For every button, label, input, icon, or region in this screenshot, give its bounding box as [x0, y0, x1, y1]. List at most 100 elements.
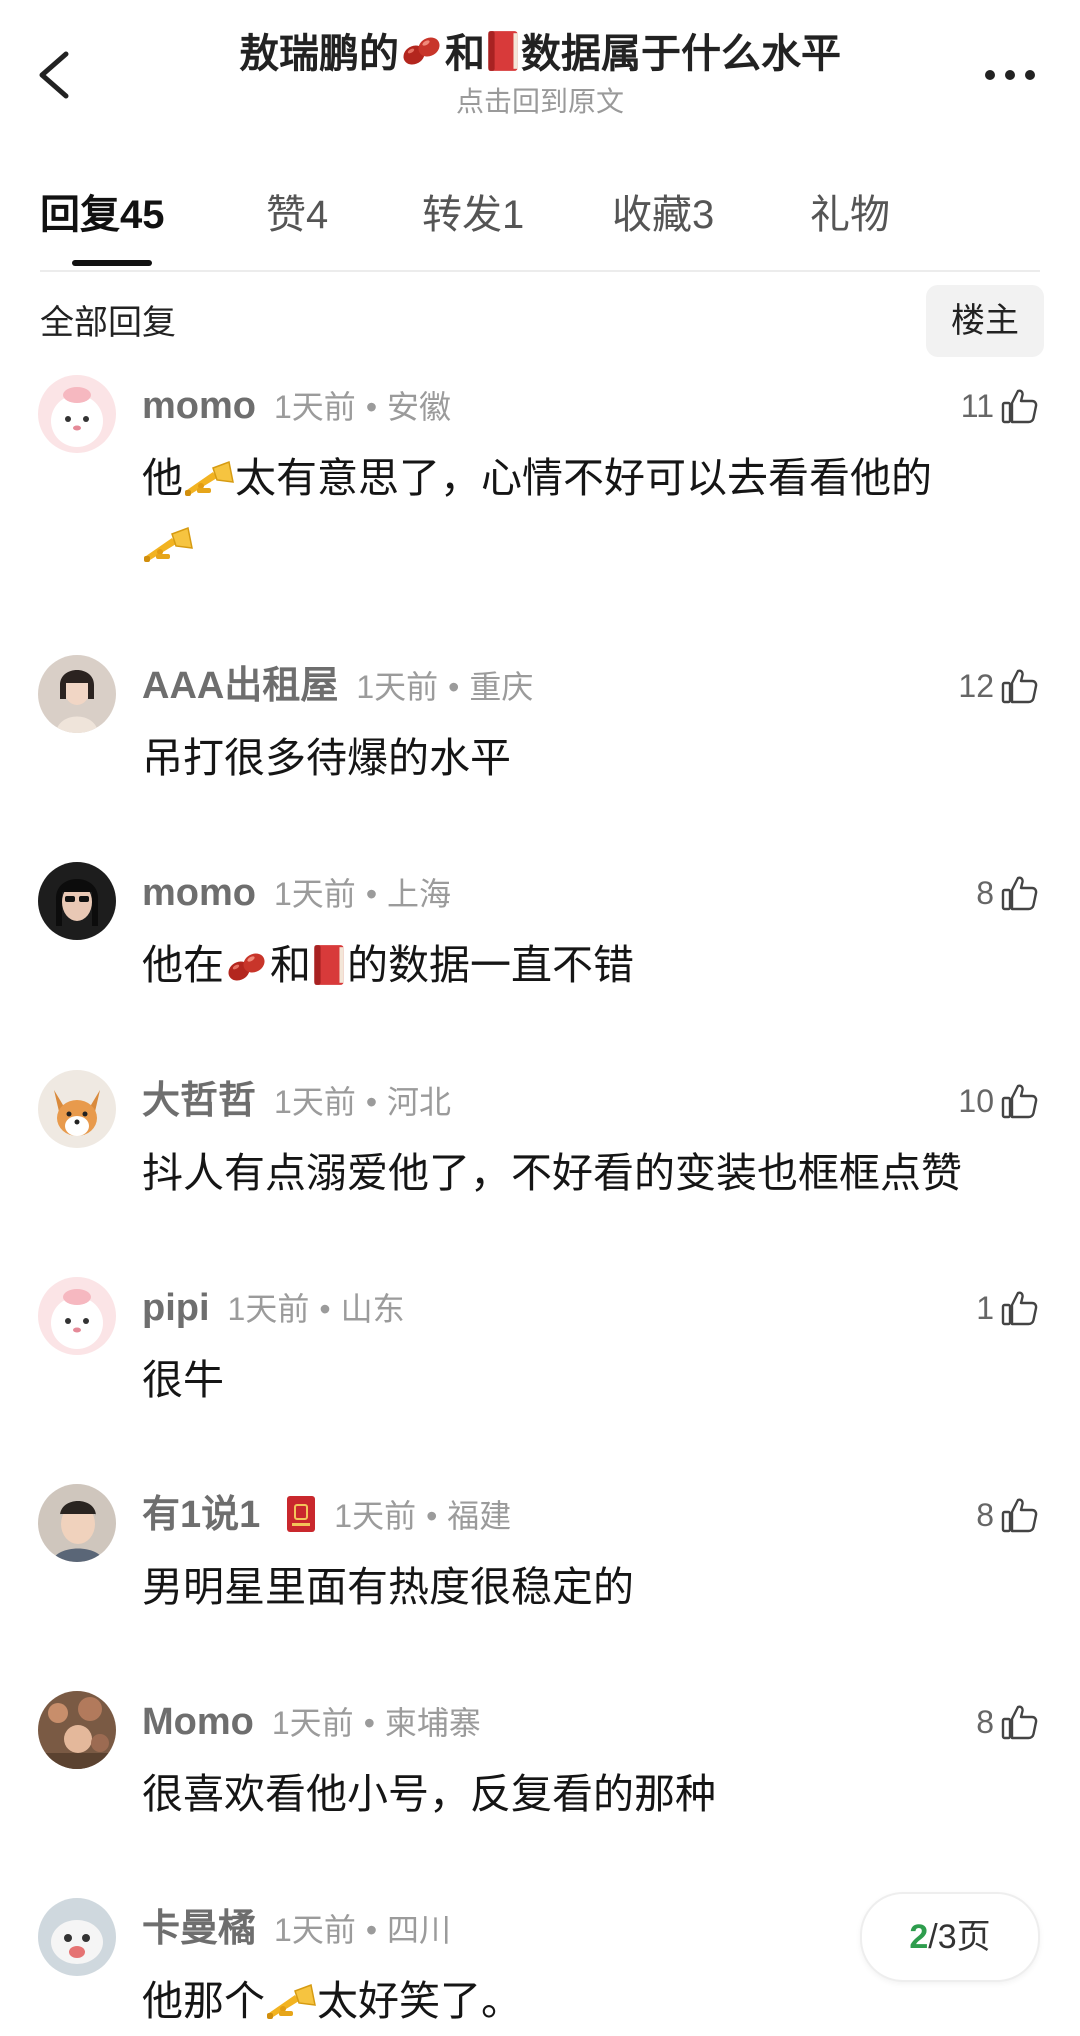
back-button[interactable]: [30, 40, 80, 110]
comment-text: 抖人有点溺爱他了，不好看的变装也框框点赞: [142, 1150, 962, 1196]
red-book-icon: [311, 943, 347, 987]
tab-favorites[interactable]: 收藏3: [612, 190, 714, 240]
more-button[interactable]: [970, 55, 1050, 95]
separator-dot: •: [365, 1912, 378, 1948]
thumb-up-icon: [1000, 1081, 1040, 1121]
current-page: 2: [909, 1918, 929, 1956]
comment-location: 福建: [447, 1498, 512, 1534]
like-button[interactable]: 10: [958, 1076, 1040, 1126]
active-tab-indicator: [72, 260, 152, 266]
username[interactable]: momo: [142, 872, 256, 914]
comment-text: 男明星里面有热度很稳定的: [142, 1564, 634, 1610]
like-button[interactable]: 8: [976, 868, 1040, 918]
red-envelope-badge-icon: [287, 1496, 316, 1532]
like-count: 12: [958, 668, 994, 704]
avatar[interactable]: [38, 862, 116, 940]
trumpet-icon: [265, 1983, 317, 2023]
page-title[interactable]: 敖瑞鹏的 和数据属于什么水平: [150, 26, 930, 82]
like-count: 10: [958, 1083, 994, 1119]
like-button[interactable]: 12: [958, 661, 1040, 711]
red-bean-icon: [224, 947, 270, 987]
all-replies-heading: 全部回复: [40, 304, 176, 342]
thumb-up-icon: [1000, 1288, 1040, 1328]
page-indicator[interactable]: 2/3页: [860, 1892, 1040, 1982]
tab-likes[interactable]: 赞4: [266, 190, 328, 240]
comment-time: 1天前: [227, 1291, 310, 1327]
comment-item: momo 1天前 • 安徽 11 他太有意思了，心情不好可以去看看他的: [0, 375, 1080, 575]
thumb-up-icon: [1000, 386, 1040, 426]
comment-location: 上海: [387, 876, 452, 912]
avatar[interactable]: [38, 1484, 116, 1562]
comment-location: 重庆: [469, 669, 534, 705]
like-button[interactable]: 8: [976, 1697, 1040, 1747]
separator-dot: •: [448, 669, 460, 705]
separator-dot: •: [365, 389, 378, 425]
comment-location: 柬埔寨: [384, 1705, 481, 1741]
comment-time: 1天前: [271, 1705, 354, 1741]
avatar[interactable]: [38, 655, 116, 733]
like-count: 8: [976, 1497, 994, 1533]
back-to-original-link[interactable]: 点击回到原文: [150, 84, 930, 120]
title-text-pre: 敖瑞鹏的: [239, 32, 399, 76]
thumb-up-icon: [1000, 666, 1040, 706]
comment-time: 1天前: [356, 669, 439, 705]
red-bean-icon: [399, 31, 445, 71]
tab-gifts[interactable]: 礼物: [810, 190, 890, 240]
like-button[interactable]: 11: [961, 381, 1040, 431]
header: 敖瑞鹏的 和数据属于什么水平 点击回到原文: [150, 26, 930, 120]
more-icon: [985, 70, 1035, 80]
like-count: 11: [960, 388, 994, 424]
comment-item: momo 1天前 • 上海 8 他在和的数据一直不错: [0, 862, 1080, 1012]
username[interactable]: Momo: [142, 1701, 254, 1743]
avatar[interactable]: [38, 1277, 116, 1355]
title-text-mid: 和: [445, 32, 485, 76]
comment-text: 他在和的数据一直不错: [142, 942, 634, 988]
comment-item: AAA出租屋 1天前 • 重庆 12 吊打很多待爆的水平: [0, 655, 1080, 805]
like-button[interactable]: 1: [976, 1283, 1040, 1333]
like-button[interactable]: 8: [976, 1490, 1040, 1540]
username[interactable]: 有1说1: [142, 1494, 260, 1536]
trumpet-icon: [142, 526, 194, 566]
comment-item: 大哲哲 1天前 • 河北 10 抖人有点溺爱他了，不好看的变装也框框点赞: [0, 1070, 1080, 1220]
separator-dot: •: [365, 1084, 378, 1120]
comment-time: 1天前: [274, 876, 356, 912]
total-pages: /3页: [928, 1918, 991, 1956]
tab-bar: 回复45 赞4 转发1 收藏3 礼物: [40, 180, 1040, 272]
separator-dot: •: [363, 1705, 375, 1741]
comment-time: 1天前: [274, 1084, 356, 1120]
avatar[interactable]: [38, 1070, 116, 1148]
comment-text: 他太有意思了，心情不好可以去看看他的: [142, 445, 1040, 577]
comment-location: 安徽: [387, 389, 452, 425]
comment-item: 有1说1 1天前 • 福建 8 男明星里面有热度很稳定的: [0, 1484, 1080, 1634]
title-text-post: 数据属于什么水平: [521, 32, 841, 76]
comment-item: Momo 1天前 • 柬埔寨 8 很喜欢看他小号，反复看的那种: [0, 1691, 1080, 1841]
avatar[interactable]: [38, 1898, 116, 1976]
comment-time: 1天前: [274, 389, 356, 425]
separator-dot: •: [319, 1291, 331, 1327]
op-only-button[interactable]: 楼主: [926, 285, 1044, 357]
username[interactable]: momo: [142, 385, 256, 427]
comment-text: 很喜欢看他小号，反复看的那种: [142, 1771, 716, 1817]
trumpet-icon: [183, 460, 235, 500]
tab-replies[interactable]: 回复45: [40, 190, 165, 240]
separator-dot: •: [365, 876, 378, 912]
avatar[interactable]: [38, 1691, 116, 1769]
comment-text: 吊打很多待爆的水平: [142, 735, 511, 781]
thumb-up-icon: [1000, 873, 1040, 913]
separator-dot: •: [426, 1498, 438, 1534]
like-count: 1: [976, 1290, 994, 1326]
avatar[interactable]: [38, 375, 116, 453]
thumb-up-icon: [1000, 1702, 1040, 1742]
comment-location: 河北: [387, 1084, 452, 1120]
username[interactable]: AAA出租屋: [142, 665, 338, 707]
comment-text: 很牛: [142, 1357, 224, 1403]
username[interactable]: pipi: [142, 1287, 210, 1329]
comment-time: 1天前: [334, 1498, 417, 1534]
username[interactable]: 卡曼橘: [142, 1908, 256, 1950]
comment-time: 1天前: [274, 1912, 356, 1948]
username[interactable]: 大哲哲: [142, 1080, 256, 1122]
like-count: 8: [976, 875, 994, 911]
red-book-icon: [485, 29, 521, 73]
tab-reposts[interactable]: 转发1: [422, 190, 524, 240]
like-count: 8: [976, 1704, 994, 1740]
